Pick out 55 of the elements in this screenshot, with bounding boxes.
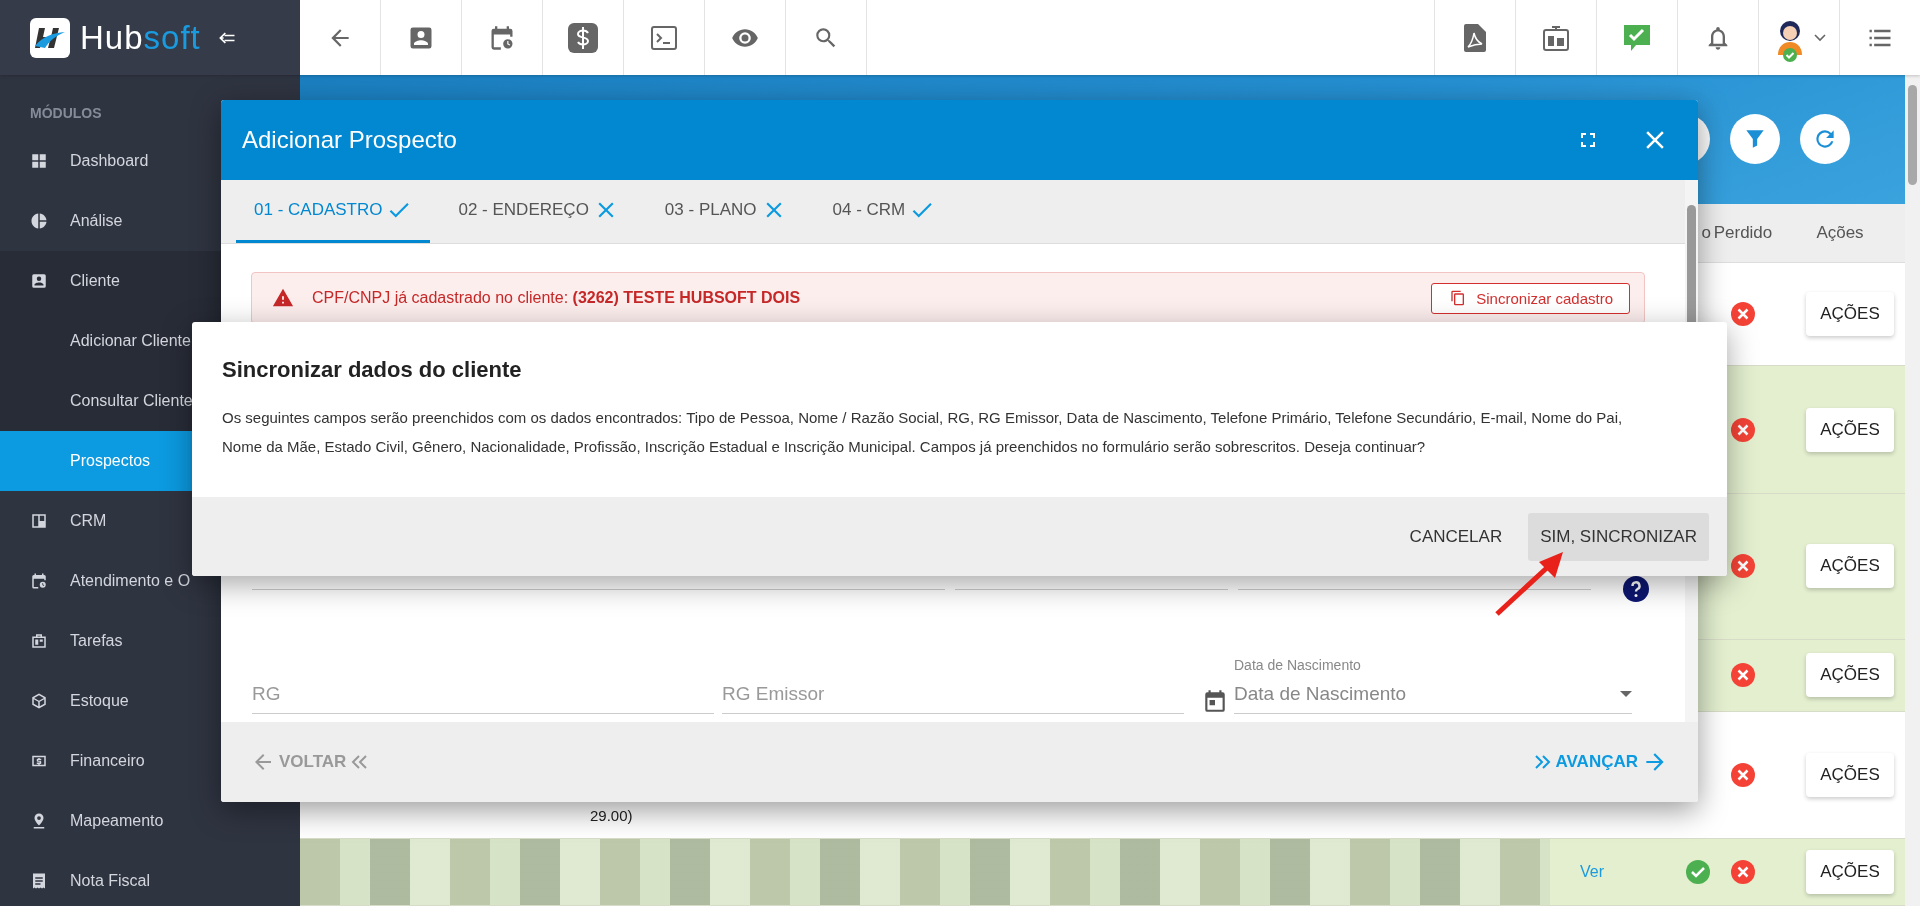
date-field[interactable]: Data de Nascimento Data de Nascimento xyxy=(1234,657,1632,714)
section-heading: MÓDULOS xyxy=(29,103,103,123)
calendar-icon xyxy=(1202,688,1228,714)
actions-button[interactable]: AÇÕES xyxy=(1806,653,1894,698)
grid-icon xyxy=(30,152,48,170)
receipt-icon xyxy=(30,872,48,890)
contact-card-icon xyxy=(30,272,48,290)
logo-icon xyxy=(30,17,70,58)
board-icon xyxy=(30,512,48,530)
column-header: Perdido xyxy=(1712,223,1774,244)
sidebar-item[interactable]: Mapeamento xyxy=(0,791,300,851)
actions-button[interactable]: AÇÕES xyxy=(1806,292,1894,337)
sidebar-item[interactable]: Cliente xyxy=(0,251,300,311)
alert-message: CPF/CNPJ já cadastrado no cliente: (3262) TESTE HUBSOFT DOIS xyxy=(312,289,802,307)
dialog-title: Sincronizar dados do cliente xyxy=(221,356,523,383)
dialog-title: Adicionar Prospecto xyxy=(242,126,458,154)
text-field[interactable]: RG xyxy=(252,677,714,714)
chat-check-icon xyxy=(1622,22,1652,53)
dialog-button[interactable]: CANCELAR xyxy=(1397,512,1515,561)
warning-icon xyxy=(272,287,294,309)
terminal-icon xyxy=(651,25,677,50)
text-field[interactable]: RG Emissor xyxy=(722,677,1184,714)
pie-chart-icon xyxy=(30,212,48,230)
sidebar-item[interactable]: Atendimento e O xyxy=(0,551,300,611)
sync-button[interactable]: Sincronizar cadastro xyxy=(1431,282,1630,314)
table-cell-text: 29.00) xyxy=(589,807,633,826)
step-tab[interactable]: 04 - CRM xyxy=(814,180,954,243)
pdf-document-icon xyxy=(1464,23,1486,52)
annotation-arrow xyxy=(1493,550,1565,618)
cube-icon xyxy=(30,692,48,710)
sidebar-item[interactable]: CRM xyxy=(0,491,300,551)
chevron-down-icon xyxy=(1814,33,1826,42)
actions-button[interactable]: AÇÕES xyxy=(1806,850,1894,894)
sidebar-item[interactable]: Nota Fiscal xyxy=(0,851,300,906)
step-tab[interactable]: 02 - ENDEREÇO xyxy=(440,180,637,243)
logo-text: Hubsoft xyxy=(80,18,201,57)
double-chevron-left-icon xyxy=(350,754,369,770)
copy-icon xyxy=(1450,290,1467,306)
double-chevron-right-icon xyxy=(1533,754,1552,770)
calendar-clock-icon xyxy=(30,572,48,590)
actions-button[interactable]: AÇÕES xyxy=(1806,753,1894,798)
actions-button[interactable]: AÇÕES xyxy=(1806,544,1894,589)
filter-button[interactable] xyxy=(1730,114,1780,165)
help-icon[interactable] xyxy=(1623,576,1649,602)
actions-button[interactable]: AÇÕES xyxy=(1806,407,1894,452)
refresh-button[interactable] xyxy=(1800,114,1850,165)
sidebar-item[interactable]: Tarefas xyxy=(0,611,300,671)
dropdown-caret-icon xyxy=(1620,691,1632,697)
board-icon xyxy=(1542,23,1570,52)
step-tab[interactable]: 03 - PLANO xyxy=(646,180,805,243)
dollar-icon xyxy=(568,22,598,53)
column-header: o xyxy=(1700,223,1711,244)
dialog-button[interactable]: SIM, SINCRONIZAR xyxy=(1528,512,1709,561)
toolbox-icon xyxy=(30,632,48,650)
column-header: Ações xyxy=(1815,223,1865,244)
